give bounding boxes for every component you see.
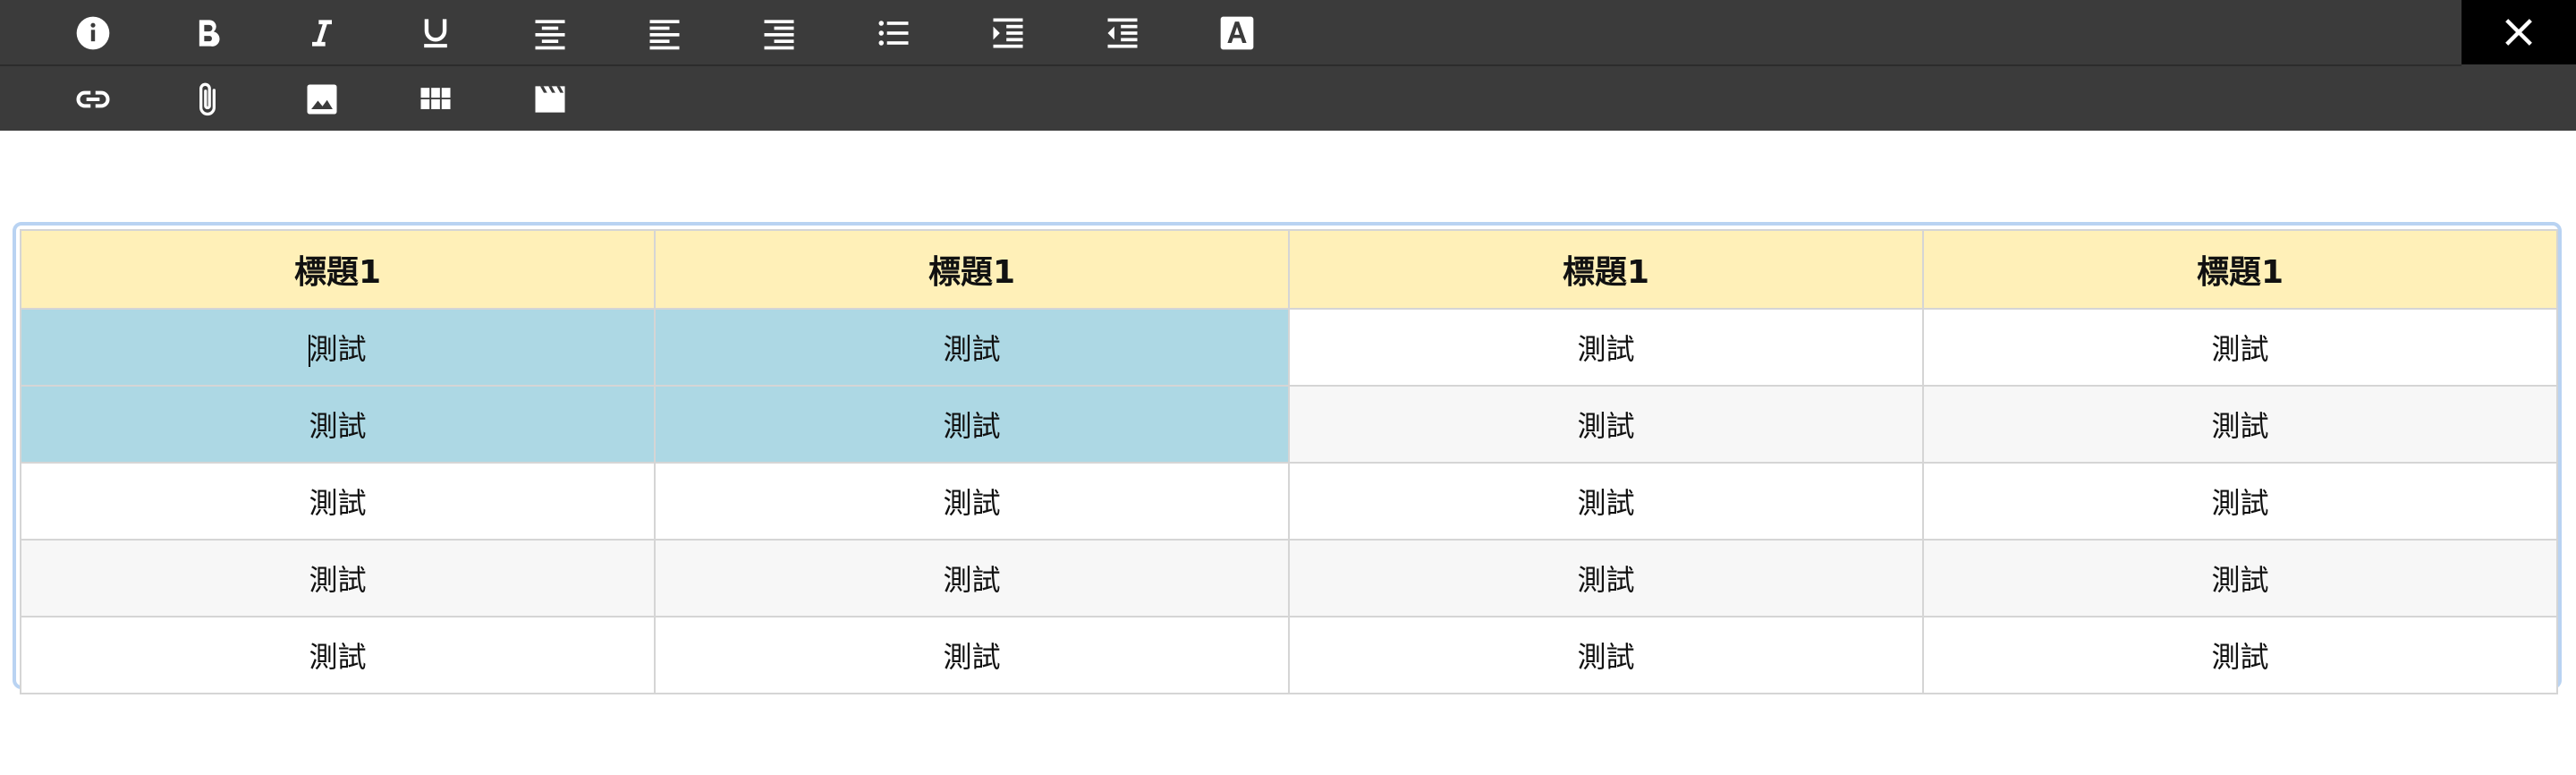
bulleted-list-button[interactable] xyxy=(868,7,919,59)
link-icon xyxy=(76,90,110,108)
table-cell[interactable]: 測試 xyxy=(654,616,1290,694)
video-icon xyxy=(535,86,565,113)
bulleted-list-icon xyxy=(878,21,909,46)
table-row: 測試 測試 測試 測試 xyxy=(20,462,2558,541)
table-cell[interactable]: 測試 xyxy=(1288,616,1924,694)
table-icon xyxy=(420,88,451,109)
table-row: 測試 測試 測試 測試 xyxy=(20,616,2558,694)
close-icon xyxy=(2505,19,2532,46)
toolbar-row-formatting xyxy=(0,0,2462,66)
align-center-button[interactable] xyxy=(524,7,576,59)
outdent-icon xyxy=(1107,18,1138,48)
indent-button[interactable] xyxy=(982,7,1034,59)
table-row: 測試 測試 測試 測試 xyxy=(20,539,2558,617)
table-cell[interactable]: 測試 xyxy=(20,385,656,464)
table-container: 標題1 標題1 標題1 標題1 測試 測試 測試 測試 測試 測試 測試 測試 … xyxy=(13,222,2562,694)
table-header-cell[interactable]: 標題1 xyxy=(1922,229,2558,310)
table-cell[interactable]: 測試 xyxy=(20,539,656,617)
editor-toolbar xyxy=(0,0,2576,131)
table-cell[interactable]: 測試 xyxy=(654,385,1290,464)
table-cell[interactable]: 測試 xyxy=(1922,308,2558,387)
table-cell[interactable]: 測試 xyxy=(1922,462,2558,541)
table-header-cell[interactable]: 標題1 xyxy=(654,229,1290,310)
image-button[interactable] xyxy=(296,73,348,125)
image-icon xyxy=(307,84,337,115)
table-header-cell[interactable]: 標題1 xyxy=(20,229,656,310)
table-cell[interactable]: 測試 xyxy=(1288,385,1924,464)
table-row: 測試 測試 測試 測試 xyxy=(20,385,2558,464)
table-cell[interactable]: 測試 xyxy=(654,539,1290,617)
text-color-button[interactable] xyxy=(1211,7,1263,59)
align-center-icon xyxy=(535,20,565,50)
table-header-row: 標題1 標題1 標題1 標題1 xyxy=(20,229,2558,310)
outdent-button[interactable] xyxy=(1097,7,1148,59)
indent-icon xyxy=(993,18,1023,48)
attachment-button[interactable] xyxy=(182,73,233,125)
align-left-button[interactable] xyxy=(639,7,691,59)
table-cell[interactable]: 測試 xyxy=(1288,308,1924,387)
align-left-icon xyxy=(649,20,680,50)
attachment-icon xyxy=(199,82,216,116)
text-color-icon xyxy=(1220,16,1254,50)
bold-button[interactable] xyxy=(182,7,233,59)
align-right-button[interactable] xyxy=(753,7,805,59)
table-cell-text: 測試 xyxy=(309,332,367,366)
toolbar-row-insert xyxy=(0,66,2462,131)
table-button[interactable] xyxy=(410,73,462,125)
italic-icon xyxy=(312,20,332,47)
table-header-cell[interactable]: 標題1 xyxy=(1288,229,1924,310)
table-cell[interactable]: 測試 xyxy=(20,462,656,541)
bold-icon xyxy=(199,20,220,47)
video-button[interactable] xyxy=(524,73,576,125)
content-table: 標題1 標題1 標題1 標題1 測試 測試 測試 測試 測試 測試 測試 測試 … xyxy=(20,229,2558,694)
table-cell[interactable]: 測試 xyxy=(20,308,656,387)
italic-button[interactable] xyxy=(296,7,348,59)
table-cell[interactable]: 測試 xyxy=(654,308,1290,387)
table-cell[interactable]: 測試 xyxy=(1922,539,2558,617)
table-cell[interactable]: 測試 xyxy=(1922,616,2558,694)
table-cell[interactable]: 測試 xyxy=(1288,462,1924,541)
table-cell[interactable]: 測試 xyxy=(1922,385,2558,464)
info-button[interactable] xyxy=(67,7,119,59)
table-cell[interactable]: 測試 xyxy=(20,616,656,694)
table-cell[interactable]: 測試 xyxy=(1288,539,1924,617)
info-icon xyxy=(76,16,110,50)
table-cell[interactable]: 測試 xyxy=(654,462,1290,541)
underline-icon xyxy=(424,19,447,48)
link-button[interactable] xyxy=(67,73,119,125)
align-right-icon xyxy=(764,20,794,50)
close-button[interactable] xyxy=(2462,0,2576,64)
table-row: 測試 測試 測試 測試 xyxy=(20,308,2558,387)
underline-button[interactable] xyxy=(410,7,462,59)
